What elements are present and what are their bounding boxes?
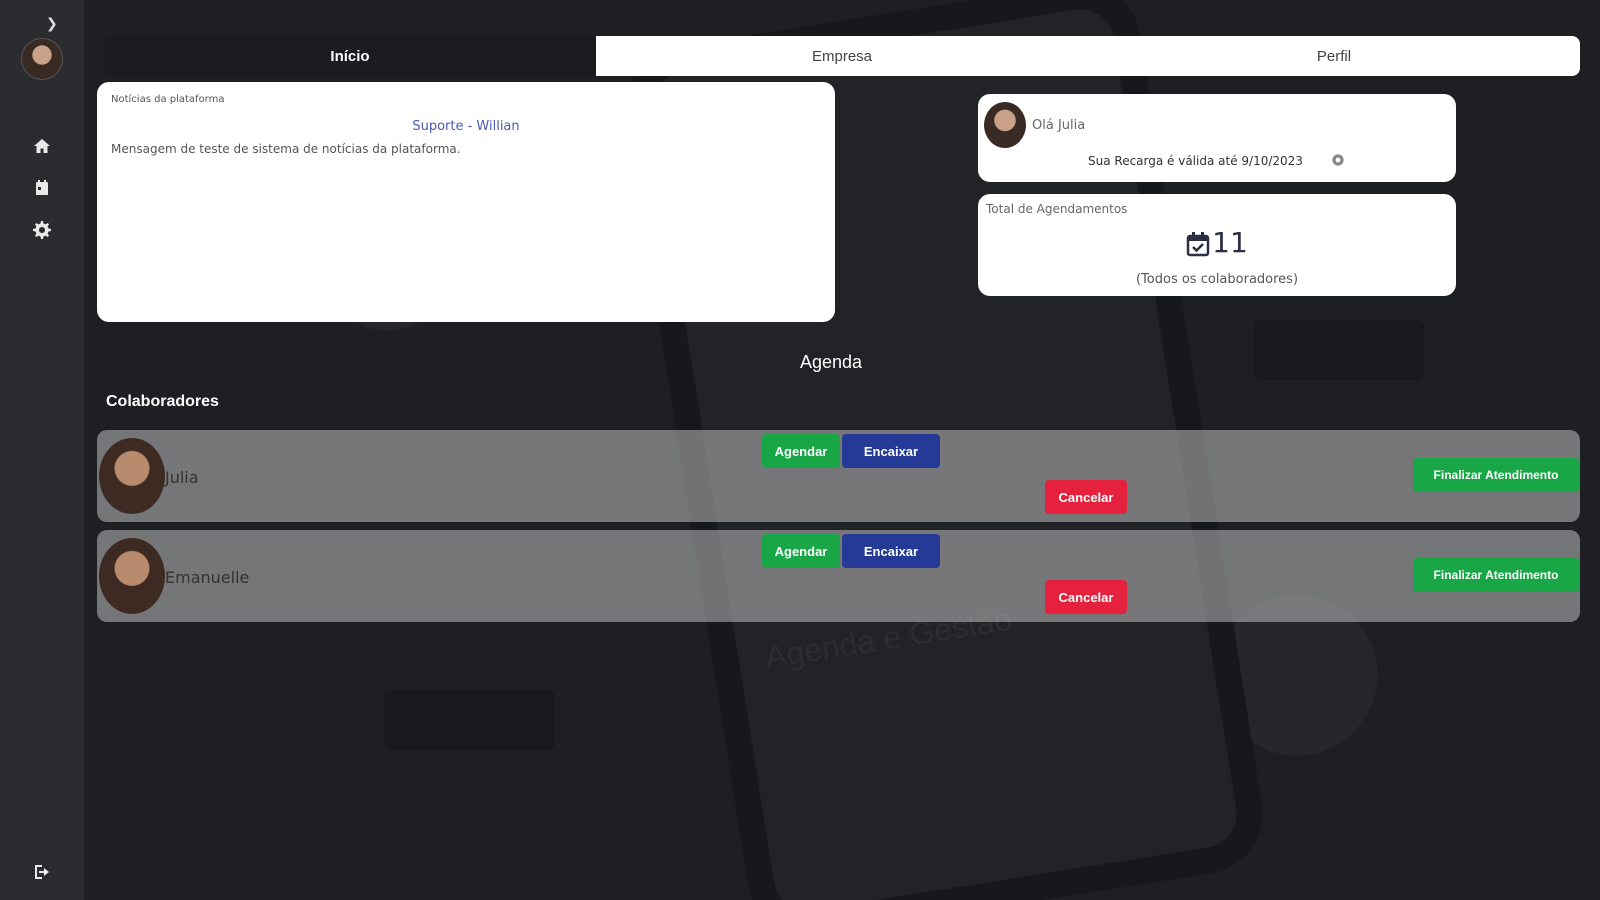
- news-title: Notícias da plataforma: [111, 94, 225, 105]
- avatar: [99, 538, 165, 614]
- tab-empresa[interactable]: Empresa: [596, 36, 1088, 76]
- tab-bar: Início Empresa Perfil: [104, 36, 1580, 76]
- gear-icon[interactable]: [1330, 152, 1346, 168]
- news-message: Mensagem de teste de sistema de notícias…: [111, 142, 461, 156]
- gear-icon[interactable]: [32, 220, 52, 240]
- logout-icon[interactable]: [32, 862, 52, 882]
- cancel-button[interactable]: Cancelar: [1045, 480, 1127, 514]
- news-author: Suporte - Willian: [412, 119, 520, 134]
- calendar-check-icon: [1186, 231, 1210, 257]
- fit-in-button[interactable]: Encaixar: [842, 434, 940, 468]
- collaborator-name: Emanuelle: [165, 568, 250, 587]
- user-greeting: Olá Julia: [1032, 118, 1086, 133]
- news-card: Notícias da plataforma Suporte - Willian…: [97, 82, 835, 322]
- recharge-validity: Sua Recarga é válida até 9/10/2023: [1088, 154, 1303, 168]
- background-stamp: [1254, 320, 1424, 380]
- total-appointments-count: 11: [1212, 226, 1248, 259]
- avatar[interactable]: [21, 38, 63, 80]
- finish-service-button[interactable]: Finalizar Atendimento: [1413, 458, 1579, 492]
- tab-inicio[interactable]: Início: [104, 36, 596, 76]
- schedule-button[interactable]: Agendar: [762, 434, 840, 468]
- collaborator-name: Julia: [165, 468, 199, 487]
- collaborators-title: Colaboradores: [106, 393, 219, 410]
- schedule-button[interactable]: Agendar: [762, 534, 840, 568]
- tab-perfil[interactable]: Perfil: [1088, 36, 1580, 76]
- chevron-right-icon[interactable]: ❯: [46, 16, 58, 32]
- home-icon[interactable]: [32, 136, 52, 156]
- avatar: [984, 102, 1026, 148]
- total-appointments-card: Total de Agendamentos 11 (Todos os colab…: [978, 194, 1456, 296]
- cancel-button[interactable]: Cancelar: [1045, 580, 1127, 614]
- avatar: [99, 438, 165, 514]
- fit-in-button[interactable]: Encaixar: [842, 534, 940, 568]
- collaborator-row: Julia Agendar Encaixar Cancelar Finaliza…: [97, 430, 1580, 522]
- user-card: Olá Julia Sua Recarga é válida até 9/10/…: [978, 94, 1456, 182]
- total-appointments-count-wrapper: 11: [978, 226, 1456, 259]
- total-appointments-subtitle: (Todos os colaboradores): [1135, 272, 1299, 287]
- total-appointments-title: Total de Agendamentos: [986, 202, 1128, 216]
- agenda-title: Agenda: [800, 352, 863, 372]
- sidebar: ❯: [0, 0, 84, 900]
- collaborator-row: Emanuelle Agendar Encaixar Cancelar Fina…: [97, 530, 1580, 622]
- finish-service-button[interactable]: Finalizar Atendimento: [1413, 558, 1579, 592]
- calendar-icon[interactable]: [32, 178, 52, 198]
- background-stamp: [384, 690, 554, 750]
